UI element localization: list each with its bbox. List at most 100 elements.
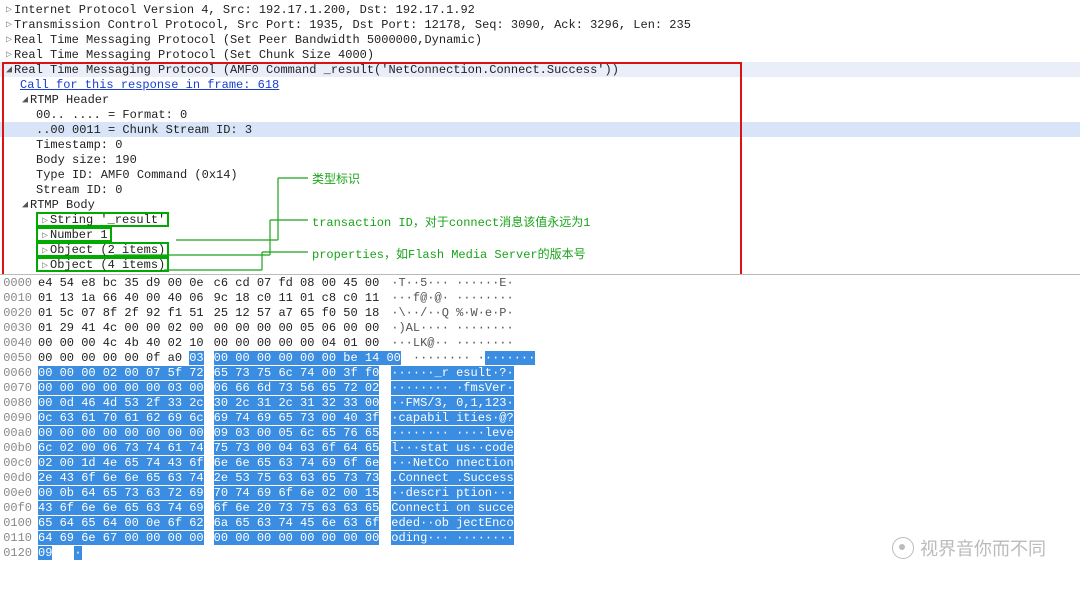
hex-row[interactable]: 010065 64 65 64 00 0e 6f 626a 65 63 74 4… [0,515,1080,530]
hex-offset: 0120 [0,546,38,560]
hex-ascii: ··FMS/3, 0,1,123· [379,396,513,410]
hex-bytes: 00 00 00 00 00 00 00 00 [38,426,204,440]
hex-ascii: l···stat us··code [379,441,513,455]
hex-offset: 00b0 [0,441,38,455]
hex-ascii: ···f@·@· ········ [379,291,513,305]
hex-offset: 00d0 [0,471,38,485]
hex-row[interactable]: 008000 0d 46 4d 53 2f 33 2c30 2c 31 2c 3… [0,395,1080,410]
hex-row[interactable]: 001001 13 1a 66 40 00 40 069c 18 c0 11 0… [0,290,1080,305]
hex-bytes: 00 00 00 00 00 0f a0 03 [38,351,204,365]
hex-row[interactable]: 002001 5c 07 8f 2f 92 f1 5125 12 57 a7 6… [0,305,1080,320]
proto-rtmp-bandwidth[interactable]: Real Time Messaging Protocol (Set Peer B… [0,32,1080,47]
hex-bytes: 0c 63 61 70 61 62 69 6c [38,411,204,425]
hex-row[interactable]: 005000 00 00 00 00 0f a0 0300 00 00 00 0… [0,350,1080,365]
hex-bytes: 9c 18 c0 11 01 c8 c0 11 [214,291,380,305]
hex-row[interactable]: 00900c 63 61 70 61 62 69 6c 69 74 69 65 7… [0,410,1080,425]
field-text: Type ID: AMF0 Command (0x14) [36,168,238,182]
expand-icon[interactable] [4,19,14,31]
hex-ascii: ········ ·fmsVer· [379,381,513,395]
hex-ascii: ·T··5··· ······E· [379,276,513,290]
amf-label: String '_result' [50,213,165,227]
amf-label: Number 1 [50,228,108,242]
hex-offset: 0040 [0,336,38,350]
expand-icon[interactable] [4,4,14,16]
hex-bytes: 00 00 00 00 00 00 00 00 [214,531,380,545]
call-response-link[interactable]: Call for this response in frame: 618 [0,77,1080,92]
hex-bytes: 02 00 1d 4e 65 74 43 6f [38,456,204,470]
hex-ascii: oding··· ········ [379,531,513,545]
proto-ipv4[interactable]: Internet Protocol Version 4, Src: 192.17… [0,2,1080,17]
hex-bytes: 00 00 00 02 00 07 5f 72 [38,366,204,380]
proto-rtmp-chunksize[interactable]: Real Time Messaging Protocol (Set Chunk … [0,47,1080,62]
hex-ascii: ········ ····leve [379,426,513,440]
watermark: 视界音你而不同 [892,535,1046,561]
hex-row[interactable]: 003001 29 41 4c 00 00 02 0000 00 00 00 0… [0,320,1080,335]
hex-bytes: 75 73 00 04 63 6f 64 65 [214,441,380,455]
hex-offset: 00c0 [0,456,38,470]
expand-icon[interactable] [40,260,50,273]
hex-row[interactable]: 00e000 0b 64 65 73 63 72 69 70 74 69 6f 6… [0,485,1080,500]
field-format[interactable]: 00.. .... = Format: 0 [0,107,1080,122]
field-timestamp[interactable]: Timestamp: 0 [0,137,1080,152]
hex-bytes: 70 74 69 6f 6e 02 00 15 [214,486,380,500]
collapse-icon[interactable] [4,64,14,76]
node-label: RTMP Header [30,93,109,107]
hex-bytes: 6f 6e 20 73 75 63 63 65 [214,501,380,515]
hex-row[interactable]: 00f043 6f 6e 6e 65 63 74 696f 6e 20 73 7… [0,500,1080,515]
hex-bytes: 01 5c 07 8f 2f 92 f1 51 [38,306,204,320]
hex-row[interactable]: 00d02e 43 6f 6e 6e 65 63 74 2e 53 75 63 6… [0,470,1080,485]
hex-offset: 0060 [0,366,38,380]
expand-icon[interactable] [4,49,14,61]
hex-row[interactable]: 00a000 00 00 00 00 00 00 0009 03 00 05 6… [0,425,1080,440]
hex-ascii: ······_r esult·?· [379,366,513,380]
expand-icon[interactable] [4,34,14,46]
hex-offset: 00f0 [0,501,38,515]
hex-row[interactable]: 0000e4 54 e8 bc 35 d9 00 0ec6 cd 07 fd 0… [0,275,1080,290]
hex-dump-pane[interactable]: 0000e4 54 e8 bc 35 d9 00 0ec6 cd 07 fd 0… [0,274,1080,560]
hex-bytes: 69 74 69 65 73 00 40 3f [214,411,380,425]
hex-bytes: 00 00 00 00 00 00 be 14 00 [214,351,401,365]
hex-bytes: 00 0b 64 65 73 63 72 69 [38,486,204,500]
rtmp-body-node[interactable]: RTMP Body [0,197,1080,212]
watermark-text: 视界音你而不同 [920,535,1046,561]
field-text: 00.. .... = Format: 0 [36,108,187,122]
hex-offset: 00a0 [0,426,38,440]
proto-tcp[interactable]: Transmission Control Protocol, Src Port:… [0,17,1080,32]
annotation-properties: properties，如Flash Media Server的版本号 [312,245,586,262]
hex-ascii: · [62,546,81,560]
hex-bytes: 2e 43 6f 6e 6e 65 63 74 [38,471,204,485]
hex-bytes: 00 00 00 00 00 04 01 00 [214,336,380,350]
proto-label: Real Time Messaging Protocol (AMF0 Comma… [14,63,619,77]
hex-offset: 0020 [0,306,38,320]
hex-bytes: 30 2c 31 2c 31 32 33 00 [214,396,380,410]
hex-offset: 00e0 [0,486,38,500]
hex-bytes: 65 73 75 6c 74 00 3f f0 [214,366,380,380]
frame-link[interactable]: Call for this response in frame: 618 [20,78,279,92]
hex-row[interactable]: 004000 00 00 4c 4b 40 02 10 00 00 00 00 0… [0,335,1080,350]
collapse-icon[interactable] [20,94,30,106]
proto-rtmp-amf0[interactable]: Real Time Messaging Protocol (AMF0 Comma… [0,62,1080,77]
field-text: Body size: 190 [36,153,137,167]
hex-ascii: ·capabil ities·@? [379,411,513,425]
field-chunk-stream-id[interactable]: ..00 0011 = Chunk Stream ID: 3 [0,122,1080,137]
hex-offset: 0080 [0,396,38,410]
hex-row[interactable]: 006000 00 00 02 00 07 5f 72 65 73 75 6c 7… [0,365,1080,380]
hex-offset: 0070 [0,381,38,395]
collapse-icon[interactable] [20,199,30,211]
annotation-transaction-id: transaction ID，对于connect消息该值永远为1 [312,213,590,230]
hex-bytes: c6 cd 07 fd 08 00 45 00 [214,276,380,290]
hex-row[interactable]: 00b06c 02 00 06 73 74 61 7475 73 00 04 6… [0,440,1080,455]
field-type-id[interactable]: Type ID: AMF0 Command (0x14) [0,167,1080,182]
hex-bytes: 6a 65 63 74 45 6e 63 6f [214,516,380,530]
hex-bytes: 00 00 00 4c 4b 40 02 10 [38,336,204,350]
wechat-icon [892,537,914,559]
field-stream-id[interactable]: Stream ID: 0 [0,182,1080,197]
hex-row[interactable]: 007000 00 00 00 00 00 03 0006 66 6d 73 5… [0,380,1080,395]
rtmp-header-node[interactable]: RTMP Header [0,92,1080,107]
hex-bytes: 01 29 41 4c 00 00 02 00 [38,321,204,335]
hex-offset: 0090 [0,411,38,425]
hex-bytes: 2e 53 75 63 63 65 73 73 [214,471,380,485]
field-body-size[interactable]: Body size: 190 [0,152,1080,167]
proto-label: Transmission Control Protocol, Src Port:… [14,18,691,32]
hex-row[interactable]: 00c002 00 1d 4e 65 74 43 6f6e 6e 65 63 7… [0,455,1080,470]
